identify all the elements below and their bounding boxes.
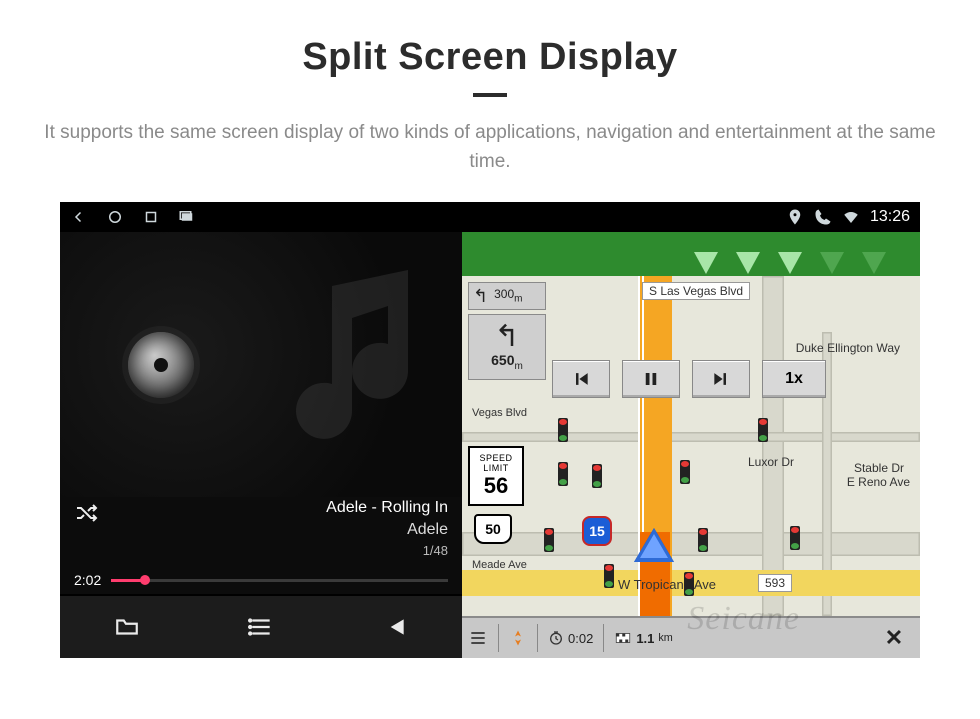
turn-left-icon: ↰ bbox=[494, 322, 519, 352]
track-title: Adele - Rolling In bbox=[326, 497, 448, 519]
sim-prev-button[interactable] bbox=[552, 360, 610, 398]
traffic-light-icon bbox=[790, 526, 800, 550]
lane-arrow-icon bbox=[820, 252, 844, 274]
player-bottom-bar bbox=[60, 594, 462, 658]
previous-button[interactable] bbox=[378, 610, 412, 644]
progress-row: 2:02 bbox=[60, 566, 462, 594]
page: Split Screen Display It supports the sam… bbox=[0, 0, 980, 719]
progress-bar[interactable] bbox=[111, 579, 448, 582]
clock: 13:26 bbox=[870, 208, 910, 226]
street-label: Vegas Blvd bbox=[466, 406, 533, 420]
street-label: E Reno Ave bbox=[841, 474, 916, 490]
street-label: W Tropicana Ave bbox=[612, 576, 722, 593]
split-container: Adele - Rolling In Adele 1/48 2:02 bbox=[60, 232, 920, 658]
road bbox=[462, 432, 920, 442]
navigation-pane: S Las Vegas Blvd Duke Ellington Way E Re… bbox=[462, 232, 920, 658]
track-meta: Adele - Rolling In Adele 1/48 bbox=[60, 497, 462, 566]
turn-unit: m bbox=[515, 361, 523, 372]
exit-label: 593 bbox=[758, 574, 792, 592]
eta-value: 0:02 bbox=[568, 631, 593, 646]
nav-back-icon[interactable] bbox=[70, 208, 88, 226]
traffic-light-icon bbox=[544, 528, 554, 552]
eta-time: 0:02 bbox=[548, 630, 593, 646]
close-button[interactable]: ✕ bbox=[874, 621, 914, 655]
nav-bottom-bar: 0:02 1.1 km ✕ bbox=[462, 616, 920, 658]
traffic-light-icon bbox=[758, 418, 768, 442]
music-player-pane: Adele - Rolling In Adele 1/48 2:02 bbox=[60, 232, 462, 658]
page-subtitle: It supports the same screen display of t… bbox=[40, 119, 940, 176]
road bbox=[762, 276, 784, 616]
street-label: Stable Dr bbox=[848, 460, 910, 476]
elapsed-time: 2:02 bbox=[74, 572, 101, 588]
sim-speed-button[interactable]: 1x bbox=[762, 360, 826, 398]
device-screenshot: 13:26 Adele - Rolling In Adele 1/48 bbox=[60, 202, 920, 658]
playlist-button[interactable] bbox=[244, 610, 278, 644]
lane-arrow-icon bbox=[778, 252, 802, 274]
lane-arrow-icon bbox=[862, 252, 886, 274]
screenshot-icon[interactable] bbox=[178, 208, 196, 226]
hwy-shield: 50 bbox=[474, 514, 512, 544]
page-title: Split Screen Display bbox=[302, 36, 677, 79]
lane-guidance-bar bbox=[462, 232, 920, 276]
traffic-light-icon bbox=[604, 564, 614, 588]
sim-next-button[interactable] bbox=[692, 360, 750, 398]
traffic-light-icon bbox=[680, 460, 690, 484]
menu-button[interactable] bbox=[468, 628, 488, 648]
distance-remaining: 1.1 km bbox=[614, 629, 673, 647]
traffic-light-icon bbox=[592, 464, 602, 488]
turn-unit: m bbox=[514, 294, 522, 305]
speed-limit-sign: SPEED LIMIT 56 bbox=[468, 446, 524, 506]
wifi-icon bbox=[842, 208, 860, 226]
folder-button[interactable] bbox=[110, 610, 144, 644]
lane-arrow-icon bbox=[694, 252, 718, 274]
sim-controls: 1x bbox=[552, 360, 914, 398]
lane-arrow-icon bbox=[736, 252, 760, 274]
turn-dist: 650 bbox=[491, 352, 514, 368]
track-artist: Adele bbox=[326, 519, 448, 541]
interstate-shield: 15 bbox=[582, 516, 612, 546]
music-note-icon bbox=[252, 252, 452, 472]
turn-left-icon: ↰ bbox=[473, 287, 488, 305]
phone-icon bbox=[814, 208, 832, 226]
shuffle-icon[interactable] bbox=[74, 497, 98, 560]
street-label: Luxor Dr bbox=[742, 454, 800, 470]
track-counter: 1/48 bbox=[326, 542, 448, 560]
traffic-light-icon bbox=[558, 462, 568, 486]
speed-label: LIMIT bbox=[483, 463, 509, 473]
album-art-area bbox=[60, 232, 462, 497]
nav-recent-icon[interactable] bbox=[142, 208, 160, 226]
vehicle-cursor-icon bbox=[634, 528, 674, 562]
street-label: Duke Ellington Way bbox=[790, 340, 906, 356]
sim-pause-button[interactable] bbox=[622, 360, 680, 398]
traffic-light-icon bbox=[684, 572, 694, 596]
traffic-light-icon bbox=[698, 528, 708, 552]
location-icon bbox=[786, 208, 804, 226]
android-statusbar: 13:26 bbox=[60, 202, 920, 232]
recenter-button[interactable] bbox=[509, 629, 527, 647]
turn-panel: ↰ 300m ↰ 650m bbox=[468, 282, 546, 380]
title-underline bbox=[473, 93, 507, 97]
dist-value: 1.1 bbox=[636, 631, 654, 646]
turn-dist: 300 bbox=[494, 287, 514, 301]
next-next-turn: ↰ 300m bbox=[468, 282, 546, 310]
road bbox=[462, 532, 920, 556]
dist-unit: km bbox=[658, 632, 672, 644]
next-turn: ↰ 650m bbox=[468, 314, 546, 380]
speed-label: SPEED bbox=[479, 453, 512, 463]
speed-value: 56 bbox=[484, 473, 508, 499]
nav-home-icon[interactable] bbox=[106, 208, 124, 226]
disc-icon bbox=[128, 332, 194, 398]
street-label: S Las Vegas Blvd bbox=[642, 282, 750, 300]
traffic-light-icon bbox=[558, 418, 568, 442]
street-label: Meade Ave bbox=[466, 558, 533, 572]
